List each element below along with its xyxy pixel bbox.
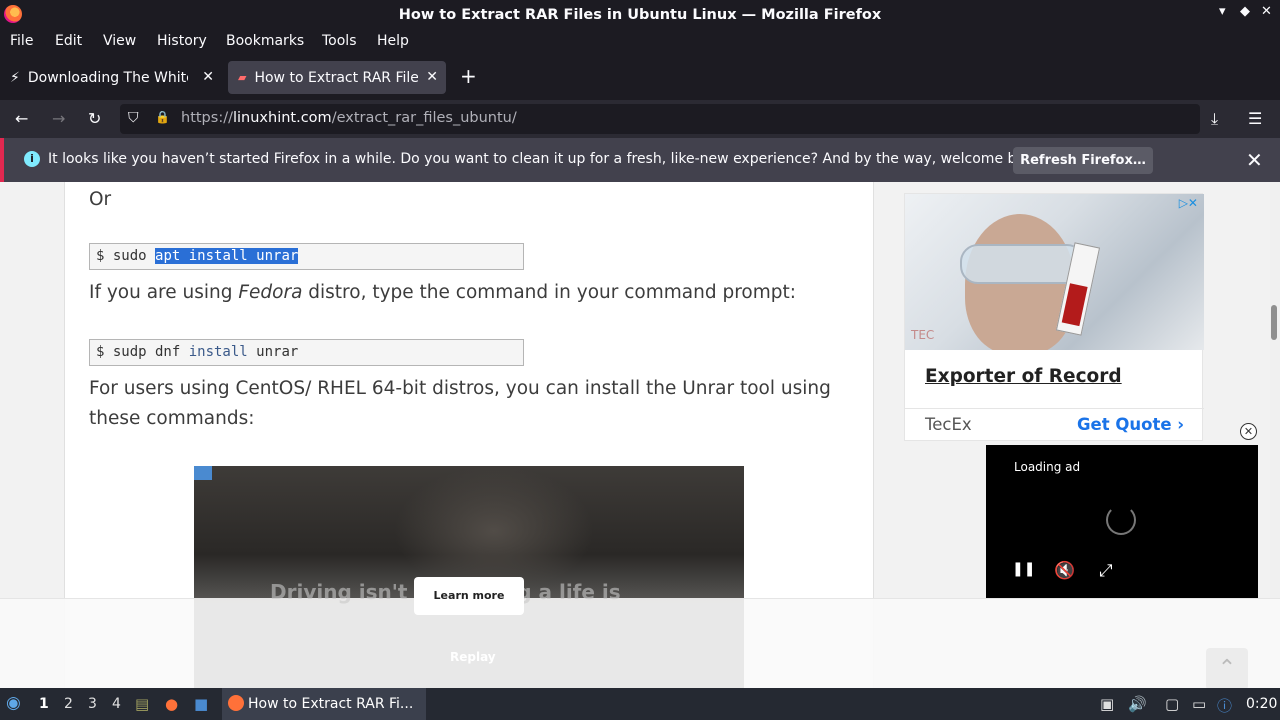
firefox-logo-icon (4, 5, 22, 23)
workspace-3[interactable]: 3 (88, 696, 97, 712)
close-video-ad-icon[interactable]: ✕ (1240, 423, 1257, 440)
menu-tools[interactable]: Tools (322, 33, 357, 49)
or-paragraph: Or (89, 189, 112, 210)
ad-badge-icon (194, 466, 212, 480)
tab-label: Downloading The White House (27, 69, 188, 86)
fullscreen-icon[interactable]: ⤢ (1099, 561, 1113, 581)
workspace-4[interactable]: 4 (112, 696, 121, 712)
get-quote-link[interactable]: Get Quote › (1077, 415, 1184, 434)
firefox-launcher-icon[interactable]: ● (165, 695, 178, 713)
clock: 0:20 (1246, 696, 1278, 712)
file-manager-icon[interactable]: ▤ (135, 695, 149, 713)
window-title: How to Extract RAR Files in Ubuntu Linux… (398, 6, 882, 23)
taskbar-firefox-window[interactable]: How to Extract RAR Fi... (222, 688, 426, 720)
display-icon[interactable]: ▭ (1192, 695, 1206, 713)
workspace-2[interactable]: 2 (64, 696, 73, 712)
replay-button[interactable]: Replay (450, 650, 496, 664)
start-menu-icon[interactable]: ◉ (6, 693, 21, 713)
tab-extract-rar[interactable]: ▰ How to Extract RAR Files in Ubuntu ✕ (228, 61, 446, 94)
lightning-icon: ⚡ (10, 69, 20, 86)
back-icon[interactable]: ← (15, 109, 28, 128)
ad-image: TEC (905, 194, 1204, 350)
centos-paragraph: For users using CentOS/ RHEL 64-bit dist… (89, 378, 831, 429)
info-icon: i (24, 151, 40, 167)
menu-file[interactable]: File (10, 33, 33, 49)
updates-icon[interactable]: ⓘ (1217, 695, 1232, 716)
system-taskbar: ◉ 1 2 3 4 ▤ ● ■ How to Extract RAR Fi...… (0, 688, 1280, 720)
window-titlebar: How to Extract RAR Files in Ubuntu Linux… (0, 0, 1280, 29)
selected-text: apt install unrar (155, 248, 299, 264)
clipboard-icon[interactable]: ▣ (1100, 695, 1114, 713)
ad-logo: TEC (911, 328, 935, 342)
ad-brand: TecEx (925, 415, 972, 434)
adchoices-icon[interactable]: ▷✕ (1179, 196, 1198, 210)
ad-title-link[interactable]: Exporter of Record (925, 366, 1122, 387)
refresh-firefox-button[interactable]: Refresh Firefox… (1013, 147, 1153, 174)
menu-view[interactable]: View (103, 33, 136, 49)
menu-bar: File Edit View History Bookmarks Tools H… (0, 29, 1280, 54)
menu-history[interactable]: History (157, 33, 207, 49)
page-icon: ▰ (238, 71, 247, 84)
url-text[interactable]: https://linuxhint.com/extract_rar_files_… (181, 110, 517, 126)
firefox-task-icon (228, 695, 244, 711)
fedora-paragraph: If you are using Fedora distro, type the… (89, 282, 796, 303)
sidebar-ad[interactable]: TEC ▷✕ Exporter of Record TecEx Get Quot… (904, 193, 1204, 441)
close-window-button[interactable]: ✕ (1261, 4, 1272, 19)
tab-downloading[interactable]: ⚡ Downloading The White House ✕ (0, 61, 222, 94)
downloads-icon[interactable]: ⤓ (1211, 109, 1218, 129)
menu-help[interactable]: Help (377, 33, 409, 49)
code-block-dnf[interactable]: $ sudp dnf install unrar (89, 339, 524, 366)
notification-message: It looks like you haven’t started Firefo… (48, 151, 1047, 167)
restore-button[interactable]: ◆ (1240, 4, 1250, 19)
tracking-shield-icon[interactable]: ⛉ (128, 110, 139, 126)
loading-spinner-icon (1106, 505, 1136, 535)
new-tab-button[interactable]: + (460, 64, 477, 88)
forward-icon[interactable]: → (52, 109, 65, 128)
video-ad-player[interactable]: Loading ad ❚❚ 🔇 ⤢ (986, 445, 1258, 598)
mute-icon[interactable]: 🔇 (1054, 561, 1075, 581)
close-notification-icon[interactable]: ✕ (1246, 148, 1263, 172)
terminal-icon[interactable]: ■ (194, 695, 208, 713)
close-tab-icon[interactable]: ✕ (426, 69, 438, 85)
close-tab-icon[interactable]: ✕ (202, 69, 214, 85)
notes-icon[interactable]: ▢ (1165, 695, 1179, 713)
menu-edit[interactable]: Edit (55, 33, 82, 49)
back-to-top-button[interactable]: ⌃ (1206, 648, 1248, 690)
loading-ad-label: Loading ad (1014, 460, 1081, 474)
workspace-1[interactable]: 1 (39, 696, 49, 712)
task-title: How to Extract RAR Fi... (248, 696, 414, 712)
tab-bar: ⚡ Downloading The White House ✕ ▰ How to… (0, 54, 1280, 100)
scrollbar-thumb[interactable] (1271, 305, 1277, 340)
pause-icon[interactable]: ❚❚ (1012, 561, 1035, 577)
menu-bookmarks[interactable]: Bookmarks (226, 33, 304, 49)
code-block-apt[interactable]: $ sudo apt install unrar (89, 243, 524, 270)
volume-icon[interactable]: 🔊 (1128, 695, 1147, 713)
minimize-button[interactable]: ▾ (1219, 4, 1226, 19)
tab-label: How to Extract RAR Files in Ubuntu (254, 69, 419, 86)
app-menu-icon[interactable]: ☰ (1248, 109, 1262, 128)
learn-more-button[interactable]: Learn more (414, 577, 524, 615)
lock-icon[interactable]: 🔒 (155, 110, 170, 124)
reload-icon[interactable]: ↻ (88, 109, 101, 128)
ad-divider (905, 408, 1204, 409)
